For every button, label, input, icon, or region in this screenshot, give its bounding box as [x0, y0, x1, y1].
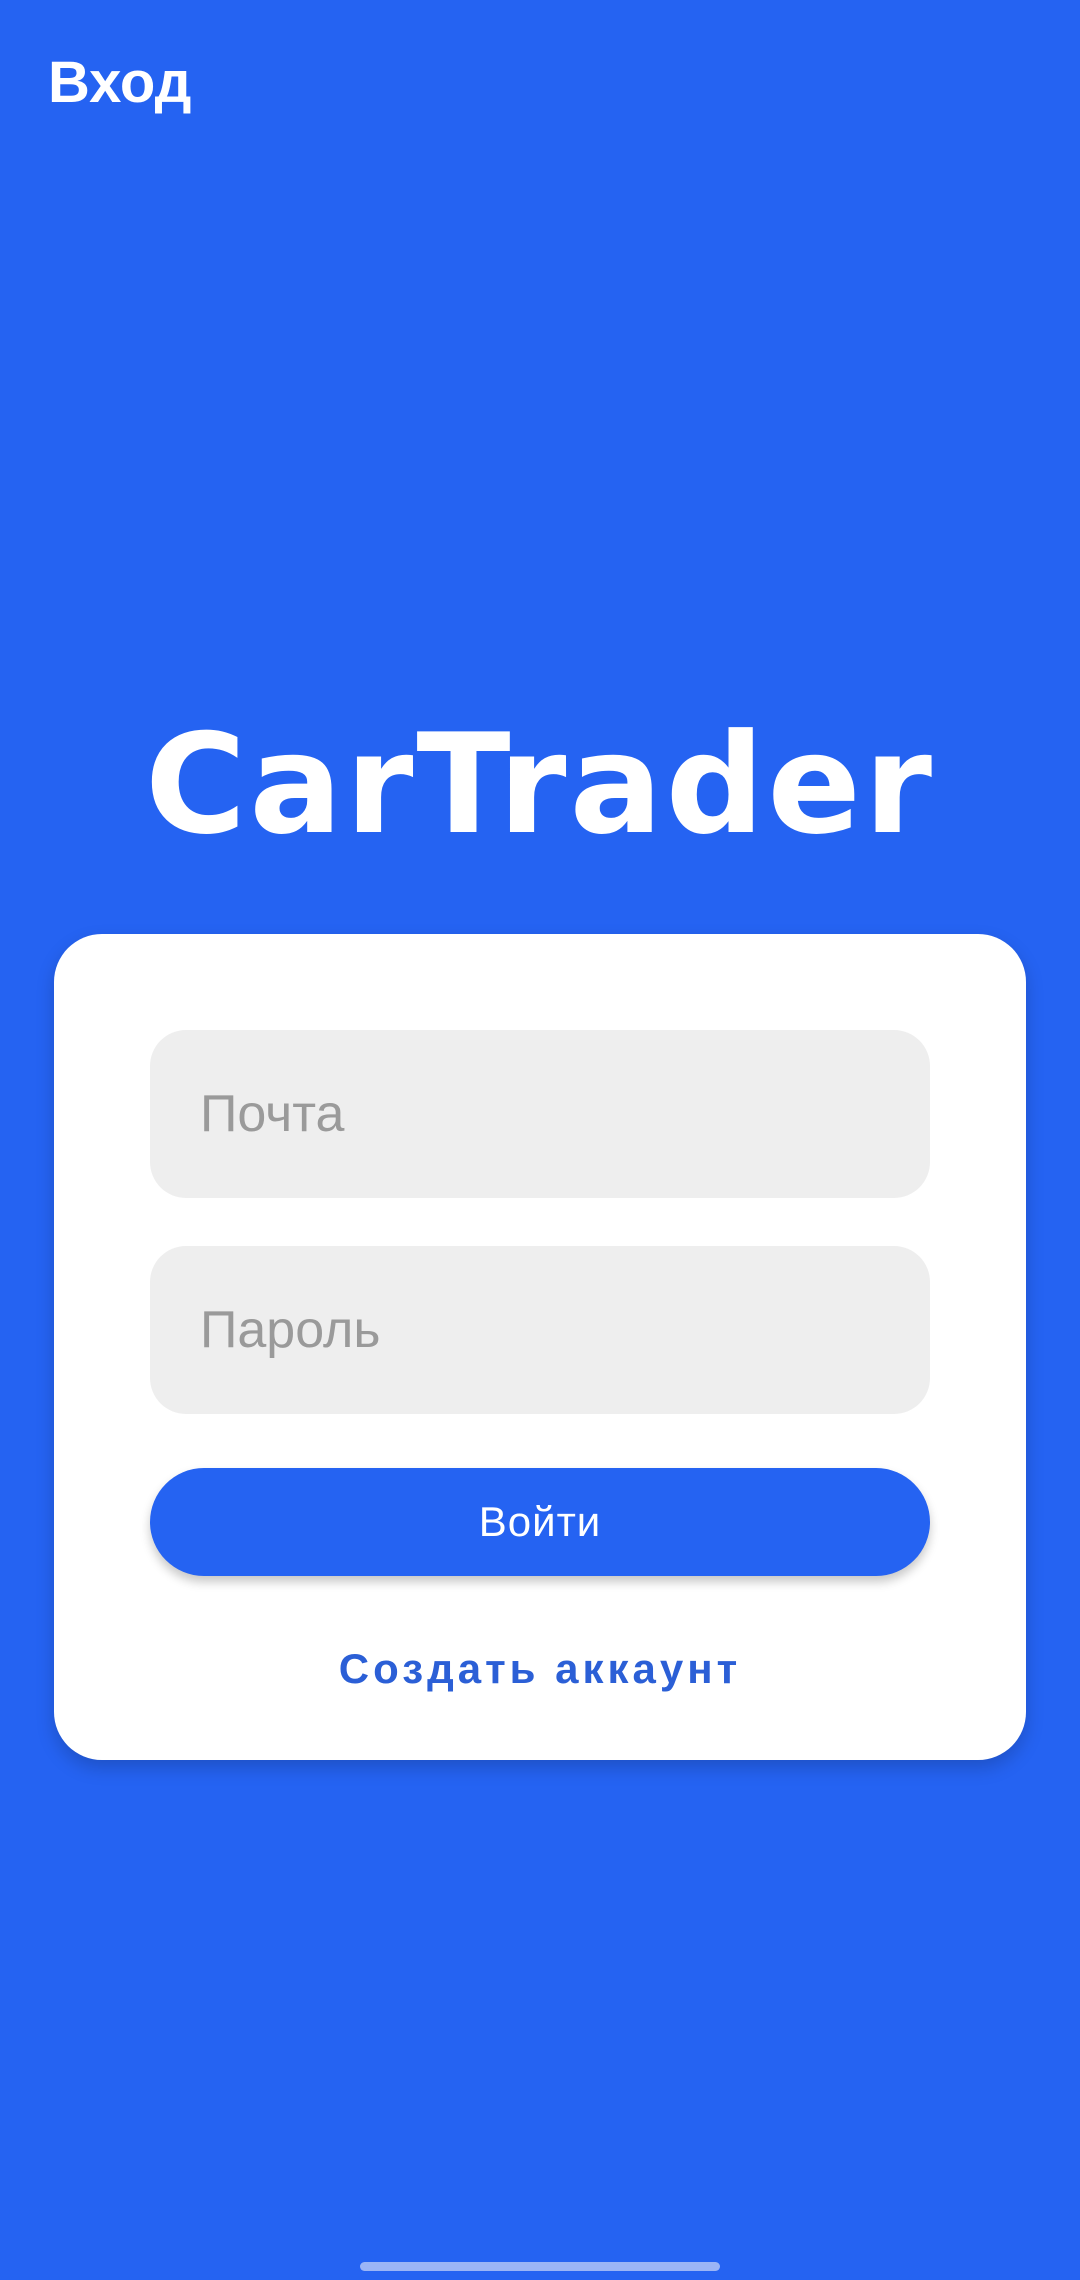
- create-account-link[interactable]: Создать аккаунт: [150, 1634, 930, 1704]
- password-field[interactable]: [150, 1246, 930, 1414]
- cartrader-logo: CarTrader: [144, 704, 936, 865]
- login-button[interactable]: Войти: [150, 1468, 930, 1576]
- email-field[interactable]: [150, 1030, 930, 1198]
- login-screen: Вход CarTrader Войти Создать аккаунт: [0, 0, 1080, 2280]
- gesture-navigation-bar[interactable]: [360, 2262, 720, 2271]
- login-card: Войти Создать аккаунт: [54, 934, 1026, 1760]
- page-title: Вход: [48, 50, 192, 115]
